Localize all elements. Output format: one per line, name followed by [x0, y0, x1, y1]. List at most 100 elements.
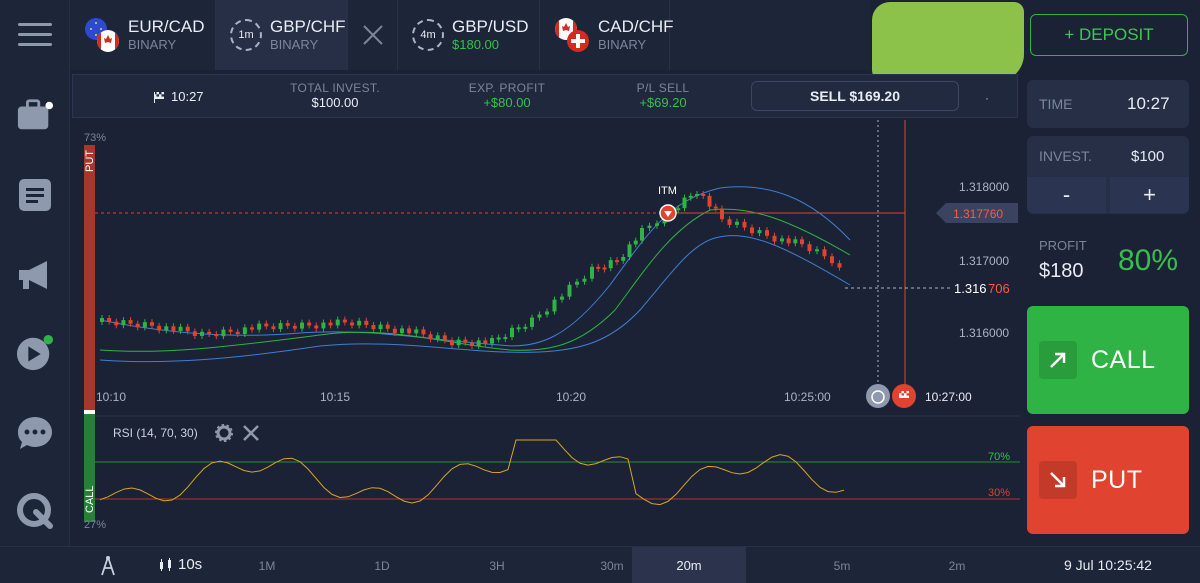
history-icon[interactable] — [16, 176, 54, 214]
total-invest: TOTAL INVEST. $100.00 — [275, 81, 395, 111]
candle — [786, 238, 791, 244]
candle — [596, 266, 601, 269]
info-more-dot[interactable]: · — [985, 91, 989, 105]
time-selector[interactable]: TIME 10:27 — [1027, 80, 1189, 128]
candle — [530, 317, 534, 327]
tab-eur-cad[interactable]: EUR/CAD BINARY — [70, 0, 216, 70]
put-button[interactable]: PUT — [1027, 426, 1189, 534]
call-vertical-label: CALL — [84, 485, 96, 513]
video-tutorials-icon[interactable] — [16, 334, 54, 372]
candle — [300, 322, 304, 329]
exp-profit-label: EXP. PROFIT — [468, 81, 546, 95]
price-chart[interactable]: 73% 27% PUT CALL ITM 1.318000 1.317000 1… — [70, 120, 1020, 545]
tab-sub: $180.00 — [452, 37, 499, 52]
hamburger-menu-icon[interactable] — [16, 16, 54, 54]
candles-icon — [160, 557, 171, 571]
candle — [150, 322, 154, 326]
invest-value[interactable]: $100 — [1131, 148, 1164, 165]
asset-tabs: EUR/CAD BINARY 1m GBP/CHF BINARY 4m GBP/… — [70, 0, 870, 70]
call-button[interactable]: CALL — [1027, 306, 1189, 414]
call-percent: 27% — [84, 519, 106, 531]
sell-button[interactable]: SELL $169.20 — [751, 81, 959, 111]
candle — [450, 340, 454, 346]
left-sidebar — [0, 0, 70, 583]
chat-icon[interactable] — [16, 414, 54, 452]
stopwatch-icon[interactable] — [866, 384, 890, 408]
candle — [121, 320, 126, 326]
candle — [552, 299, 557, 312]
period-2m[interactable]: 2m — [922, 547, 992, 583]
candle — [615, 260, 619, 263]
candle — [627, 244, 632, 257]
candle — [780, 238, 784, 242]
eur-cad-flag-icon — [84, 17, 120, 53]
portfolio-icon[interactable] — [16, 96, 54, 134]
period-3H[interactable]: 3H — [462, 547, 532, 583]
candle — [633, 240, 638, 245]
rsi-close-icon[interactable] — [243, 425, 259, 441]
candle — [720, 208, 724, 220]
deposit-button[interactable]: + DEPOSIT — [1030, 14, 1188, 56]
candle — [157, 325, 162, 331]
candle — [107, 318, 112, 322]
pl-sell-value: +$69.20 — [639, 95, 687, 110]
candle — [742, 221, 747, 228]
candle — [647, 225, 652, 228]
rsi-label: RSI (14, 70, 30) — [113, 426, 198, 440]
candle — [476, 340, 481, 346]
invest-decrease-button[interactable]: - — [1027, 177, 1106, 213]
trade-time: 10:27 — [153, 89, 204, 104]
tab-name: CAD/CHF — [598, 17, 674, 36]
tab-name: EUR/CAD — [128, 17, 205, 36]
period-1M[interactable]: 1M — [232, 547, 302, 583]
tab-sub: BINARY — [128, 37, 177, 52]
close-tab-button[interactable] — [348, 0, 398, 70]
expiry-time-label: 10:27:00 — [925, 390, 972, 404]
quick-support-icon[interactable] — [16, 492, 54, 530]
candle — [793, 239, 798, 244]
candle — [435, 335, 440, 340]
tab-cad-chf[interactable]: CAD/CHF BINARY — [540, 0, 674, 70]
candle — [750, 227, 754, 234]
expected-profit: EXP. PROFIT +$80.00 — [447, 81, 567, 111]
candle — [582, 278, 587, 282]
candle — [178, 326, 183, 331]
redacted-area — [872, 2, 1024, 82]
candle — [523, 326, 528, 329]
candle — [695, 194, 699, 196]
timeframe-value: 10s — [178, 556, 203, 573]
tab-sub: BINARY — [598, 37, 647, 52]
candle — [483, 340, 488, 344]
period-20m[interactable]: 20m — [632, 547, 746, 583]
candle — [676, 208, 681, 211]
period-1D[interactable]: 1D — [347, 547, 417, 583]
arrow-up-right-icon — [1039, 341, 1077, 379]
pl-sell-label: P/L SELL — [636, 81, 690, 95]
rsi-settings-icon[interactable] — [215, 424, 233, 442]
candles-group — [100, 191, 842, 349]
price-tick: 1.318000 — [959, 180, 1009, 194]
put-sentiment-bar — [84, 145, 95, 412]
candle — [357, 320, 362, 326]
candle — [757, 230, 762, 234]
candle — [221, 329, 226, 337]
time-tick: 10:20 — [556, 390, 586, 404]
drawing-tools-icon[interactable] — [92, 547, 124, 583]
candle — [621, 257, 626, 261]
candle — [164, 326, 169, 331]
tab-gbp-chf[interactable]: 1m GBP/CHF BINARY — [216, 0, 348, 70]
candle-timeframe[interactable]: 10s — [158, 556, 202, 573]
period-5m[interactable]: 5m — [807, 547, 877, 583]
bottom-toolbar: 10s 1M 1D 3H 30m 20m 5m 2m 9 Jul 10:25:4… — [0, 546, 1200, 583]
tab-name: GBP/USD — [452, 17, 529, 36]
candle — [292, 325, 297, 329]
time-value: 10:27 — [1127, 94, 1170, 113]
exp-profit-value: +$80.00 — [483, 95, 531, 110]
candle — [114, 321, 119, 326]
candle — [235, 331, 240, 334]
tab-gbp-usd[interactable]: 4m GBP/USD $180.00 — [398, 0, 540, 70]
pl-sell: P/L SELL +$69.20 — [603, 81, 723, 111]
invest-increase-button[interactable]: + — [1110, 177, 1189, 213]
megaphone-icon[interactable] — [16, 256, 54, 294]
candle — [688, 195, 693, 198]
